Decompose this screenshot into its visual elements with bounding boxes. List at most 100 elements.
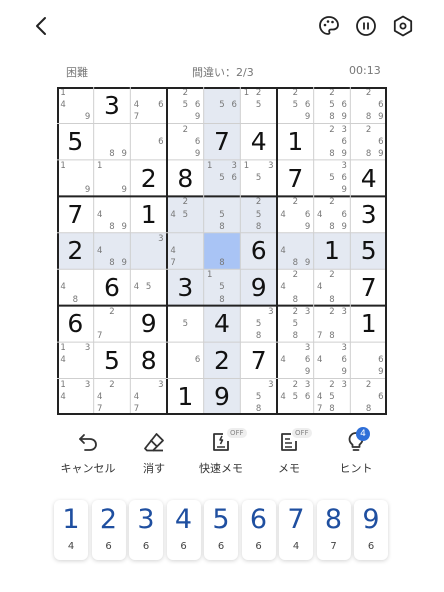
cell-r5-c8[interactable]: 1 xyxy=(313,232,351,270)
cell-r2-c9[interactable]: 2689 xyxy=(350,123,387,160)
cell-r9-c4[interactable]: 1 xyxy=(167,378,204,415)
cell-r5-c6[interactable]: 6 xyxy=(240,232,277,270)
cell-r1-c4[interactable]: 2569 xyxy=(167,87,204,124)
cell-r7-c3[interactable]: 9 xyxy=(130,305,167,343)
cell-r4-c5[interactable]: 58 xyxy=(203,196,241,233)
cell-r2-c2[interactable]: 89 xyxy=(93,123,131,160)
palette-icon[interactable] xyxy=(317,14,341,38)
cell-r1-c6[interactable]: 125 xyxy=(240,87,277,124)
cell-r4-c2[interactable]: 489 xyxy=(93,196,131,233)
cell-note: 9 xyxy=(341,221,347,232)
cell-r1-c8[interactable]: 25689 xyxy=(313,87,351,124)
cell-r7-c7[interactable]: 235 8 xyxy=(277,305,314,343)
cell-r3-c3[interactable]: 2 xyxy=(130,159,167,197)
cell-r7-c5[interactable]: 4 xyxy=(203,305,241,343)
cell-r9-c6[interactable]: 358 xyxy=(240,378,277,415)
cell-r8-c5[interactable]: 2 xyxy=(203,342,241,379)
cell-r7-c9[interactable]: 1 xyxy=(350,305,387,343)
cell-r5-c4[interactable]: 47 xyxy=(167,232,204,270)
number-key-9[interactable]: 96 xyxy=(354,500,388,560)
cell-r8-c4[interactable]: 6 xyxy=(167,342,204,379)
number-key-1[interactable]: 14 xyxy=(54,500,88,560)
cell-r4-c9[interactable]: 3 xyxy=(350,196,387,233)
cell-r4-c8[interactable]: 24 689 xyxy=(313,196,351,233)
cell-r3-c9[interactable]: 4 xyxy=(350,159,387,197)
number-key-6[interactable]: 66 xyxy=(241,500,276,560)
cell-r4-c1[interactable]: 7 xyxy=(57,196,94,233)
chevron-left-icon[interactable] xyxy=(30,14,54,38)
number-key-4[interactable]: 46 xyxy=(166,500,201,560)
cell-r1-c1[interactable]: 14 9 xyxy=(57,87,94,124)
cell-r2-c8[interactable]: 23689 xyxy=(313,123,351,160)
cell-r6-c9[interactable]: 7 xyxy=(350,269,387,306)
cell-r2-c7[interactable]: 1 xyxy=(277,123,314,160)
cell-r9-c9[interactable]: 268 xyxy=(350,378,387,415)
cell-r3-c8[interactable]: 3569 xyxy=(313,159,351,197)
cell-r9-c5[interactable]: 9 xyxy=(203,378,241,415)
cell-r1-c5[interactable]: 56 xyxy=(203,87,241,124)
cell-r5-c3[interactable]: 3 xyxy=(130,232,167,270)
cell-r6-c3[interactable]: 45 xyxy=(130,269,167,306)
cell-r8-c3[interactable]: 8 xyxy=(130,342,167,379)
cell-r5-c2[interactable]: 489 xyxy=(93,232,131,270)
cell-r2-c5[interactable]: 7 xyxy=(203,123,241,160)
cell-r8-c7[interactable]: 3 4 69 xyxy=(277,342,314,379)
cell-r3-c5[interactable]: 1 356 xyxy=(203,159,241,197)
cell-r1-c2[interactable]: 3 xyxy=(93,87,131,124)
cell-r1-c3[interactable]: 4 6 7 xyxy=(130,87,167,124)
number-key-3[interactable]: 36 xyxy=(129,500,163,560)
cell-note: 3 xyxy=(341,160,347,171)
cell-r6-c4[interactable]: 3 xyxy=(167,269,204,306)
gear-icon[interactable] xyxy=(391,14,415,38)
cell-r5-c7[interactable]: 489 xyxy=(277,232,314,270)
cell-r7-c8[interactable]: 23 78 xyxy=(313,305,351,343)
cell-r9-c3[interactable]: 3 47 xyxy=(130,378,167,415)
number-key-2[interactable]: 26 xyxy=(91,500,126,560)
cell-r2-c1[interactable]: 5 xyxy=(57,123,94,160)
toolbar: キャンセル 消す OFF 快速メモ OFF メモ ヒント xyxy=(0,428,444,478)
cell-r8-c1[interactable]: 1 3 4 xyxy=(57,342,94,379)
cell-r4-c3[interactable]: 1 xyxy=(130,196,167,233)
cell-r6-c2[interactable]: 6 xyxy=(93,269,131,306)
cell-r8-c6[interactable]: 7 xyxy=(240,342,277,379)
cell-r2-c4[interactable]: 269 xyxy=(167,123,204,160)
cell-r6-c6[interactable]: 9 xyxy=(240,269,277,306)
cell-r4-c6[interactable]: 258 xyxy=(240,196,277,233)
cell-r9-c8[interactable]: 23 4578 xyxy=(313,378,351,415)
cell-r8-c8[interactable]: 3 4 69 xyxy=(313,342,351,379)
cell-r5-c9[interactable]: 5 xyxy=(350,232,387,270)
cell-r6-c5[interactable]: 158 xyxy=(203,269,241,306)
number-key-5[interactable]: 56 xyxy=(204,500,238,560)
cell-r6-c1[interactable]: 48 xyxy=(57,269,94,306)
cell-r9-c2[interactable]: 247 xyxy=(93,378,131,415)
cell-r4-c7[interactable]: 24 69 xyxy=(277,196,314,233)
cell-r5-c5[interactable]: 8 xyxy=(203,232,241,270)
cell-value: 4 xyxy=(360,163,377,193)
cell-r8-c2[interactable]: 5 xyxy=(93,342,131,379)
pause-icon[interactable] xyxy=(354,14,378,38)
cell-r2-c6[interactable]: 4 xyxy=(240,123,277,160)
cell-r2-c3[interactable]: 6 xyxy=(130,123,167,160)
cell-r3-c4[interactable]: 8 xyxy=(167,159,204,197)
cell-r7-c6[interactable]: 35 8 xyxy=(240,305,277,343)
cell-r7-c2[interactable]: 27 xyxy=(93,305,131,343)
number-key-7[interactable]: 74 xyxy=(279,500,313,560)
cell-r3-c7[interactable]: 7 xyxy=(277,159,314,197)
cell-r3-c2[interactable]: 19 xyxy=(93,159,131,197)
cell-r3-c6[interactable]: 1 35 xyxy=(240,159,277,197)
cell-r5-c1[interactable]: 2 xyxy=(57,232,94,270)
cell-r9-c1[interactable]: 1 3 4 xyxy=(57,378,94,415)
cell-r9-c7[interactable]: 23 456 xyxy=(277,378,314,415)
number-key-8[interactable]: 87 xyxy=(316,500,351,560)
cell-r1-c9[interactable]: 2689 xyxy=(350,87,387,124)
cell-r4-c4[interactable]: 245 xyxy=(167,196,204,233)
cell-r7-c4[interactable]: 5 xyxy=(167,305,204,343)
cell-r7-c1[interactable]: 6 xyxy=(57,305,94,343)
cell-note: 9 xyxy=(378,112,384,123)
cell-note: 2 xyxy=(329,124,335,135)
cell-r1-c7[interactable]: 2569 xyxy=(277,87,314,124)
cell-r6-c7[interactable]: 248 xyxy=(277,269,314,306)
cell-r6-c8[interactable]: 248 xyxy=(313,269,351,306)
cell-r3-c1[interactable]: 19 xyxy=(57,159,94,197)
cell-r8-c9[interactable]: 69 xyxy=(350,342,387,379)
